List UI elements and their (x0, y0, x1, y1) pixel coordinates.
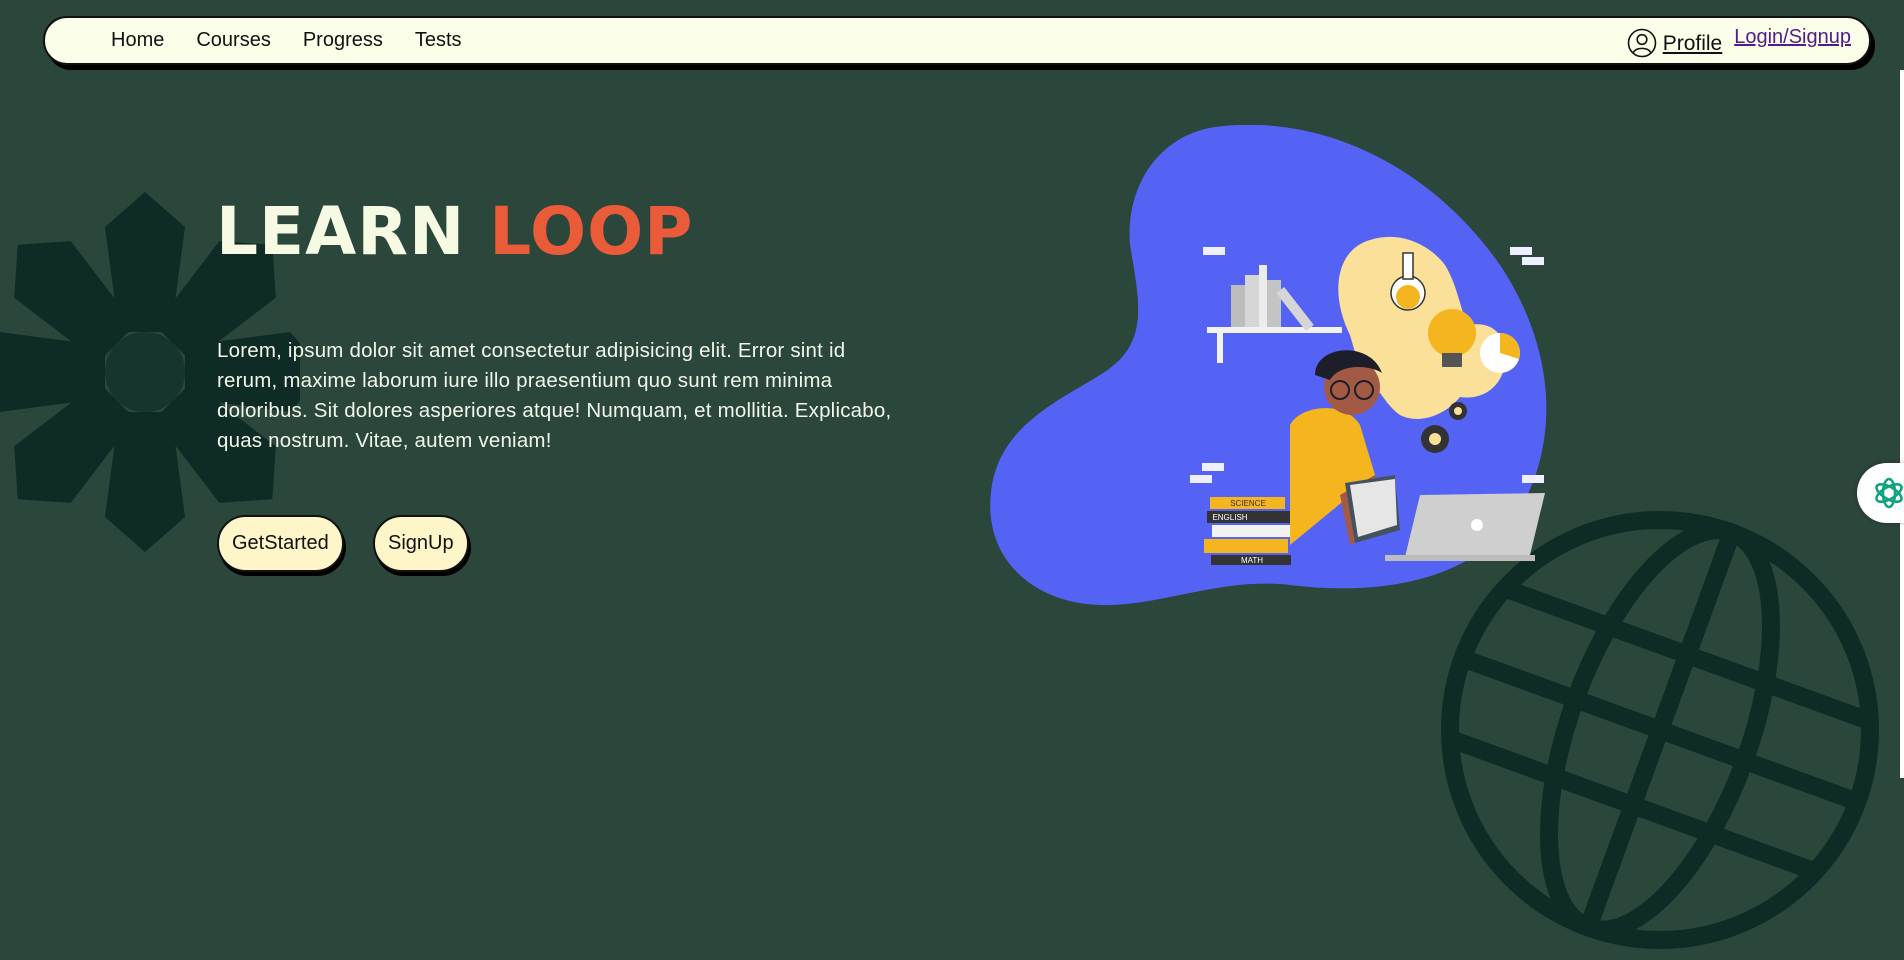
book-label-math: MATH (1241, 556, 1263, 565)
nav-links: Home Courses Progress Tests (111, 18, 494, 63)
openai-icon (1875, 477, 1903, 509)
hero-title-loop: LOOP (489, 193, 694, 270)
profile-label: Profile (1662, 31, 1723, 55)
illustration-pie-chart (1480, 333, 1520, 373)
navbar: Home Courses Progress Tests Profile Logi… (43, 16, 1871, 65)
book-label-science: SCIENCE (1230, 499, 1266, 508)
get-started-button[interactable]: GetStarted (217, 515, 344, 572)
page-edge-strip (1900, 70, 1904, 778)
signup-button[interactable]: SignUp (373, 515, 469, 572)
nav-link-progress[interactable]: Progress (303, 29, 383, 52)
book-label-english: ENGLISH (1212, 513, 1247, 522)
nav-link-courses[interactable]: Courses (196, 29, 270, 52)
hero-title-learn: LEARN (216, 193, 466, 270)
nav-link-home[interactable]: Home (111, 29, 164, 52)
profile-link[interactable]: Profile (1627, 24, 1723, 58)
user-circle-icon (1627, 28, 1656, 57)
login-signup-link[interactable]: Login/Signup (1734, 26, 1851, 49)
nav-right: Profile Login/Signup (1627, 18, 1851, 63)
hero-title: LEARN LOOP (216, 196, 694, 268)
nav-link-tests[interactable]: Tests (415, 29, 462, 52)
hero-description: Lorem, ipsum dolor sit amet consectetur … (217, 339, 892, 452)
hero-illustration: SCIENCE ENGLISH MATH (990, 125, 1547, 606)
